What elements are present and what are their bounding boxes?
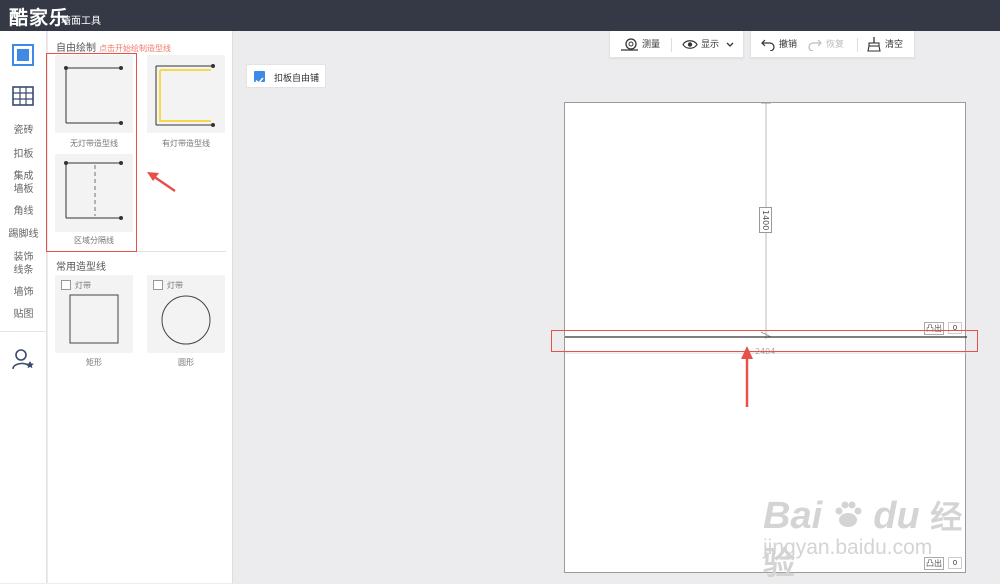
user-favorite-icon[interactable] bbox=[11, 347, 35, 371]
broom-icon[interactable] bbox=[867, 37, 881, 52]
free-tile-label: 扣板自由铺 bbox=[274, 74, 320, 84]
free-draw-highlight bbox=[46, 53, 137, 252]
watermark-bai: Bai bbox=[763, 495, 823, 537]
watermark-du: du bbox=[873, 495, 920, 537]
tile-circle[interactable]: 灯带 bbox=[147, 275, 225, 353]
measure-icon[interactable] bbox=[621, 38, 639, 51]
rectangle-label: 矩形 bbox=[86, 358, 102, 367]
circle-icon bbox=[161, 295, 211, 345]
line-panel: 自由绘制 点击开始绘制造型线 无灯带造型线 有灯带造型线 区域分隔线 常用造型线… bbox=[46, 31, 233, 583]
app-logo: 酷家乐 bbox=[9, 7, 70, 29]
sidebar-item-decor-line[interactable]: 装饰线条 bbox=[0, 251, 47, 277]
display-button[interactable]: 显示 bbox=[701, 37, 719, 50]
free-draw-hint: 点击开始绘制造型线 bbox=[99, 44, 171, 53]
sidebar-item-skirting[interactable]: 踢脚线 bbox=[0, 228, 47, 241]
tile-rectangle[interactable]: 灯带 bbox=[55, 275, 133, 353]
free-draw-heading: 自由绘制 点击开始绘制造型线 bbox=[56, 39, 171, 54]
tile-grid-icon[interactable] bbox=[11, 84, 35, 108]
check-icon bbox=[255, 77, 264, 85]
undo-button[interactable]: 撤销 bbox=[779, 37, 797, 50]
sidebar-item-wall-decor[interactable]: 墙饰 bbox=[0, 286, 47, 299]
edit-toolbar: 撤销 恢复 清空 bbox=[750, 31, 915, 58]
sidebar-divider bbox=[0, 331, 47, 332]
light-line-icon bbox=[155, 64, 215, 127]
sidebar-item-texture[interactable]: 贴图 bbox=[0, 308, 47, 321]
watermark-url: jingyan.baidu.com bbox=[763, 536, 933, 559]
sidebar-item-tile[interactable]: 瓷砖 bbox=[0, 124, 47, 137]
line-highlight bbox=[551, 330, 978, 352]
red-arrow-icon bbox=[147, 172, 176, 193]
circle-label: 圆形 bbox=[178, 358, 194, 367]
tile-light-line[interactable] bbox=[147, 55, 225, 133]
sidebar-item-panel[interactable]: 扣板 bbox=[0, 148, 47, 161]
toolbar-divider bbox=[857, 38, 858, 52]
eye-icon[interactable] bbox=[682, 39, 698, 50]
sidebar-item-wallboard[interactable]: 集成墙板 bbox=[0, 170, 47, 196]
paw-icon bbox=[835, 501, 862, 527]
tile-light-label: 有灯带造型线 bbox=[162, 139, 210, 148]
red-up-arrow-icon bbox=[741, 346, 753, 407]
chevron-down-icon[interactable] bbox=[726, 42, 734, 48]
app-subtitle: 墙面工具 bbox=[61, 16, 101, 27]
undo-icon[interactable] bbox=[761, 37, 775, 51]
toolbar-divider bbox=[671, 38, 672, 52]
dim-vertical-label: 1400 bbox=[759, 207, 772, 233]
view-toolbar: 测量 显示 bbox=[609, 31, 744, 58]
free-tile-checkbox[interactable] bbox=[254, 71, 265, 85]
sidebar-item-corner-line[interactable]: 角线 bbox=[0, 205, 47, 218]
redo-button[interactable]: 恢复 bbox=[826, 37, 844, 50]
redo-icon[interactable] bbox=[808, 37, 822, 51]
panel-free-tile-toggle[interactable]: 扣板自由铺 bbox=[246, 64, 326, 88]
draw-frame-icon[interactable] bbox=[11, 43, 35, 67]
clear-button[interactable]: 清空 bbox=[885, 37, 903, 50]
measure-button[interactable]: 测量 bbox=[642, 37, 660, 50]
rectangle-icon bbox=[69, 294, 119, 344]
category-sidebar: 瓷砖 扣板 集成墙板 角线 踢脚线 装饰线条 墙饰 贴图 bbox=[0, 31, 47, 583]
top-bar: 酷家乐 墙面工具 bbox=[0, 0, 1000, 31]
wall-canvas[interactable]: 测量 显示 撤销 恢复 清空 扣板自由铺 1400 2404 凸出 0 凸出 0… bbox=[234, 31, 1000, 583]
common-lines-title: 常用造型线 bbox=[56, 262, 106, 273]
